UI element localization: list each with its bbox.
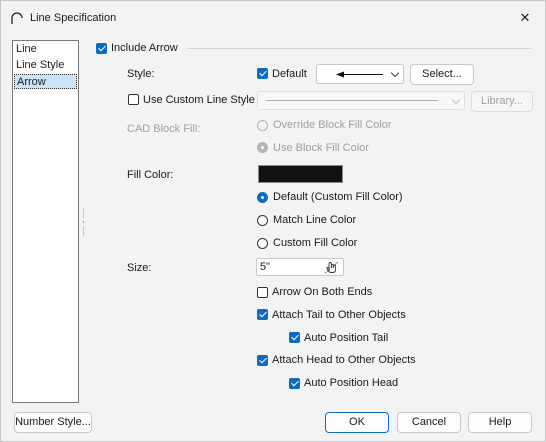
chevron-down-icon [451,95,461,105]
select-style-button[interactable]: Select... [410,64,474,85]
custom-line-style-label: Use Custom Line Style [143,94,255,106]
ok-button[interactable]: OK [325,412,389,433]
attach-tail-checkbox[interactable] [257,309,268,320]
section-item-label: Line [16,43,37,55]
line-specification-dialog: Line Specification ✕ Line Line Style Arr… [0,0,546,442]
include-arrow-label: Include Arrow [111,42,178,54]
auto-position-tail-checkbox[interactable] [289,332,300,343]
attach-head-checkbox[interactable] [257,355,268,366]
custom-fill-color-label: Custom Fill Color [273,237,358,249]
close-icon: ✕ [519,10,531,25]
override-block-fill-radio[interactable] [257,120,268,131]
section-item-line[interactable]: Line [14,42,77,57]
default-style-label: Default [272,68,307,80]
style-label: Style: [127,68,155,80]
number-style-button[interactable]: Number Style... [14,412,92,433]
override-block-fill-label: Override Block Fill Color [273,119,392,131]
fill-color-swatch[interactable] [258,165,343,183]
arrow-both-ends-label: Arrow On Both Ends [272,286,373,298]
library-button[interactable]: Library... [471,91,533,112]
title-bar: Line Specification ✕ [1,1,545,35]
arc-icon [11,12,23,24]
section-item-arrow[interactable]: Arrow [14,74,77,89]
chevron-down-icon [390,68,400,78]
arrow-style-preview [336,71,383,78]
custom-line-style-checkbox[interactable] [128,94,139,105]
help-button[interactable]: Help [468,412,532,433]
attach-tail-label: Attach Tail to Other Objects [272,309,406,321]
custom-line-style-dropdown[interactable] [257,91,465,110]
custom-fill-color-radio[interactable] [257,238,268,249]
window-title: Line Specification [30,12,117,24]
default-fill-label: Default (Custom Fill Color) [273,191,403,203]
use-block-fill-label: Use Block Fill Color [273,142,369,154]
auto-position-head-label: Auto Position Head [304,377,399,389]
auto-position-tail-label: Auto Position Tail [304,332,389,344]
section-item-label: Arrow [17,76,46,88]
use-block-fill-radio[interactable] [257,142,268,153]
line-style-preview [266,100,438,101]
arrow-both-ends-checkbox[interactable] [257,287,268,298]
default-style-checkbox[interactable] [257,68,268,79]
section-item-line-style[interactable]: Line Style [14,58,77,73]
arrow-style-dropdown[interactable] [316,64,404,84]
section-item-label: Line Style [16,59,65,71]
close-button[interactable]: ✕ [513,7,537,29]
cancel-button[interactable]: Cancel [397,412,461,433]
match-line-color-label: Match Line Color [273,214,357,226]
cad-block-fill-label: CAD Block Fill: [127,123,201,135]
include-arrow-checkbox[interactable] [96,43,107,54]
size-value: 5" [260,261,271,273]
auto-position-head-checkbox[interactable] [289,378,300,389]
panel-splitter[interactable] [82,208,86,236]
size-label: Size: [127,262,152,274]
dimension-picker-icon[interactable] [324,260,340,274]
default-fill-radio[interactable] [257,192,268,203]
fill-color-label: Fill Color: [127,169,174,181]
attach-head-label: Attach Head to Other Objects [272,354,416,366]
group-divider [187,48,531,49]
match-line-color-radio[interactable] [257,215,268,226]
size-input[interactable]: 5" [256,258,344,276]
section-list: Line Line Style Arrow [12,40,79,403]
